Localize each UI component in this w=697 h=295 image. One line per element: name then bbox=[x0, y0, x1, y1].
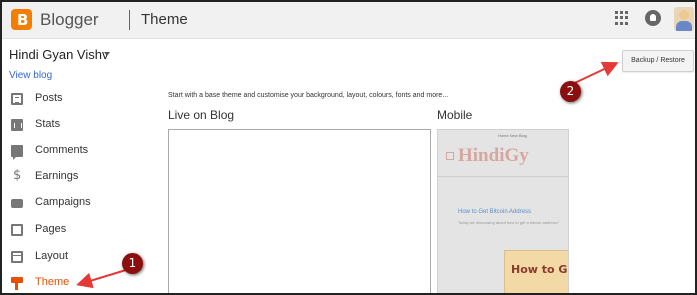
annotation-badge-1: 1 bbox=[122, 253, 143, 274]
annotation-arrows bbox=[76, 61, 619, 289]
window-frame: B Blogger Theme Hindi Gyan Vishv View bl… bbox=[0, 0, 697, 295]
annotation-arrow-1 bbox=[76, 269, 127, 289]
annotation-badge-2: 2 bbox=[560, 81, 581, 102]
